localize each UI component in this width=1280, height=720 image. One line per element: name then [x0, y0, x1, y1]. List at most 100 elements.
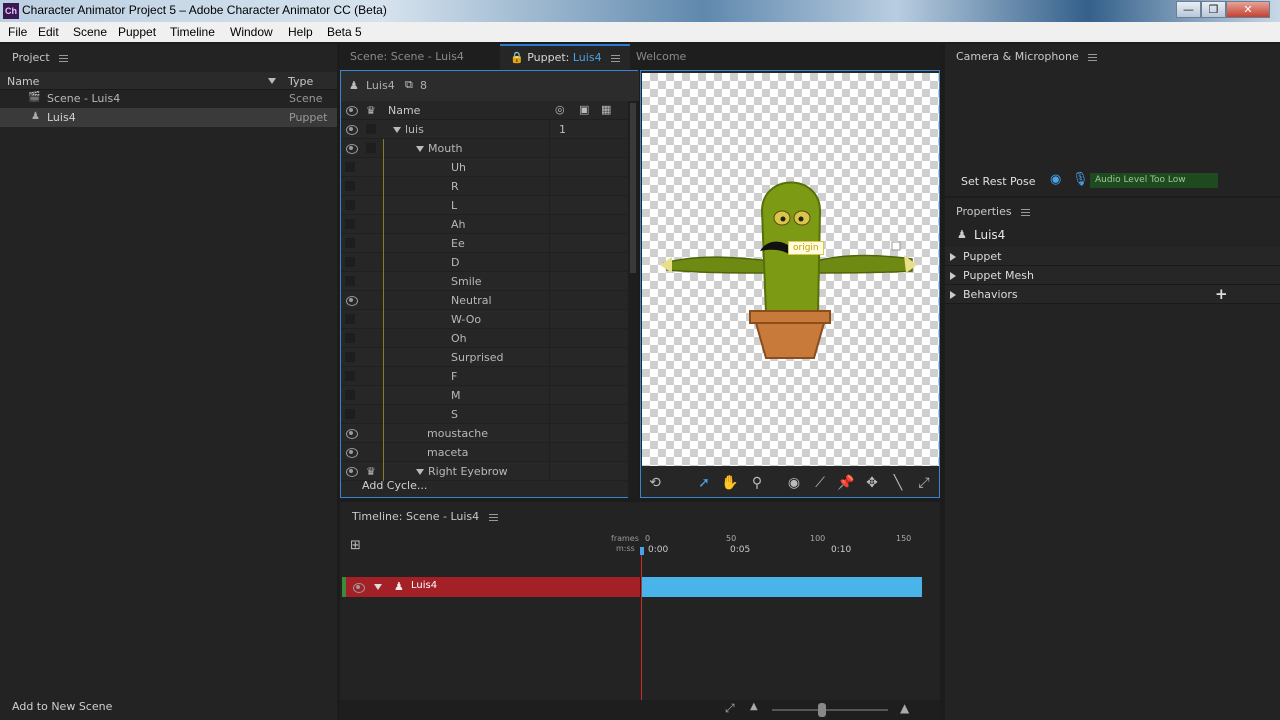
layer-row[interactable]: W-Oo [341, 310, 627, 329]
layer-row[interactable]: Mouth [341, 139, 627, 158]
visibility-toggle[interactable] [345, 352, 355, 362]
solo-toggle[interactable] [366, 143, 376, 153]
layer-row[interactable]: Oh [341, 329, 627, 348]
microphone-icon[interactable]: 🎙 [1072, 172, 1089, 187]
playhead-handle[interactable] [640, 547, 644, 555]
pin-tool-icon[interactable]: 📌 [837, 474, 855, 492]
zoom-slider-thumb[interactable] [818, 703, 826, 717]
menu-scene[interactable]: Scene [73, 25, 107, 39]
expand-icon[interactable] [416, 146, 424, 152]
visibility-toggle[interactable] [345, 162, 355, 172]
visibility-eye-icon[interactable] [345, 447, 358, 458]
panel-menu-icon[interactable] [59, 54, 69, 62]
visibility-toggle[interactable] [345, 200, 355, 210]
playhead[interactable] [641, 547, 642, 700]
menu-edit[interactable]: Edit [38, 25, 59, 39]
solo-toggle[interactable] [366, 124, 376, 134]
handle-tool-icon[interactable]: ✥ [863, 474, 881, 492]
menu-puppet[interactable]: Puppet [118, 25, 156, 39]
layer-row[interactable]: Surprised [341, 348, 627, 367]
menu-help[interactable]: Help [288, 25, 313, 39]
zoom-in-icon[interactable]: ▲ [900, 701, 909, 715]
sort-down-icon[interactable] [268, 78, 276, 84]
visibility-toggle[interactable] [345, 181, 355, 191]
tab-scene[interactable]: Scene: Scene - Luis4 [340, 44, 474, 70]
visibility-toggle[interactable] [345, 276, 355, 286]
target-icon[interactable]: ◎ [555, 103, 565, 116]
timeline-clip-bar[interactable] [641, 577, 922, 597]
layer-row[interactable]: L [341, 196, 627, 215]
expand-icon[interactable] [374, 584, 382, 590]
visibility-eye-icon[interactable] [345, 143, 358, 154]
close-button[interactable]: ✕ [1226, 1, 1270, 18]
visibility-toggle[interactable] [345, 371, 355, 381]
layer-row[interactable]: S [341, 405, 627, 424]
menu-window[interactable]: Window [230, 25, 273, 39]
stick-tool-icon[interactable]: ⟋ [811, 474, 829, 492]
section-behaviors[interactable]: Behaviors + [945, 285, 1280, 304]
hand-tool-icon[interactable]: ✋ [721, 474, 739, 492]
zoom-slider[interactable] [772, 709, 888, 711]
minimize-button[interactable]: — [1176, 1, 1201, 18]
visibility-eye-icon[interactable] [345, 466, 358, 477]
project-item-puppet[interactable]: ♟ Luis4 Puppet [0, 108, 337, 127]
visibility-eye-icon[interactable] [345, 105, 358, 116]
panel-menu-icon[interactable] [1088, 53, 1098, 61]
column-name[interactable]: Name [7, 75, 39, 88]
visibility-toggle[interactable] [345, 257, 355, 267]
webcam-icon[interactable]: ◉ [1050, 172, 1061, 187]
dragger-tool-icon[interactable]: ╲ [889, 474, 907, 492]
timeline-ruler[interactable]: 0 50 100 150 0:00 0:05 0:10 [640, 532, 922, 562]
layer-row[interactable]: Uh [341, 158, 627, 177]
timeline-track[interactable]: ♟ Luis4 [342, 577, 640, 597]
tag-icon[interactable]: ▣ [579, 103, 589, 116]
column-type[interactable]: Type [288, 75, 313, 88]
layer-row[interactable]: Smile [341, 272, 627, 291]
layer-row[interactable]: F [341, 367, 627, 386]
panel-menu-icon[interactable] [1021, 208, 1031, 216]
add-cycle-button[interactable]: Add Cycle... [362, 479, 427, 492]
section-puppet[interactable]: Puppet [945, 247, 1280, 266]
menu-beta[interactable]: Beta 5 [327, 25, 362, 39]
stretch-tool-icon[interactable]: ⤢ [915, 474, 933, 492]
puppet-canvas[interactable]: origin [642, 73, 939, 466]
tab-welcome[interactable]: Welcome [626, 44, 696, 70]
tab-puppet[interactable]: 🔒 Puppet: Luis4 [500, 44, 631, 70]
layer-row[interactable]: M [341, 386, 627, 405]
visibility-eye-icon[interactable] [345, 428, 358, 439]
grid-icon[interactable]: ▦ [601, 103, 611, 116]
visibility-toggle[interactable] [345, 238, 355, 248]
zoom-out-icon[interactable]: ▲ [750, 701, 758, 712]
zoom-tool-icon[interactable]: ⚲ [748, 474, 766, 492]
visibility-toggle[interactable] [345, 219, 355, 229]
layer-row[interactable]: luis 1 [341, 120, 627, 139]
project-item-scene[interactable]: 🎬 Scene - Luis4 Scene [0, 89, 337, 108]
layer-row[interactable]: D [341, 253, 627, 272]
handle-marker[interactable] [891, 241, 901, 251]
expand-icon[interactable] [416, 469, 424, 475]
scrollbar-thumb[interactable] [630, 103, 636, 273]
visibility-toggle[interactable] [345, 314, 355, 324]
set-rest-pose-icon[interactable]: ⟲ [646, 474, 664, 492]
visibility-toggle[interactable] [345, 333, 355, 343]
layer-row[interactable]: maceta [341, 443, 627, 462]
visibility-eye-icon[interactable] [345, 295, 358, 306]
visibility-toggle[interactable] [345, 390, 355, 400]
layer-row[interactable]: Ah [341, 215, 627, 234]
origin-tool-icon[interactable]: ◉ [785, 474, 803, 492]
section-puppet-mesh[interactable]: Puppet Mesh [945, 266, 1280, 285]
menu-timeline[interactable]: Timeline [170, 25, 215, 39]
origin-label[interactable]: origin [788, 241, 824, 255]
add-behavior-icon[interactable]: + [1215, 285, 1228, 303]
layer-row[interactable]: Neutral [341, 291, 627, 310]
maximize-button[interactable]: ❐ [1201, 1, 1226, 18]
layer-row[interactable]: Ee [341, 234, 627, 253]
layer-row[interactable]: moustache [341, 424, 627, 443]
select-tool-icon[interactable]: ➚ [695, 474, 713, 492]
visibility-toggle[interactable] [345, 409, 355, 419]
expand-icon[interactable] [393, 127, 401, 133]
menu-file[interactable]: File [8, 25, 27, 39]
layer-row[interactable]: R [341, 177, 627, 196]
panel-menu-icon[interactable] [488, 513, 498, 521]
add-to-new-scene-button[interactable]: Add to New Scene [12, 700, 112, 713]
